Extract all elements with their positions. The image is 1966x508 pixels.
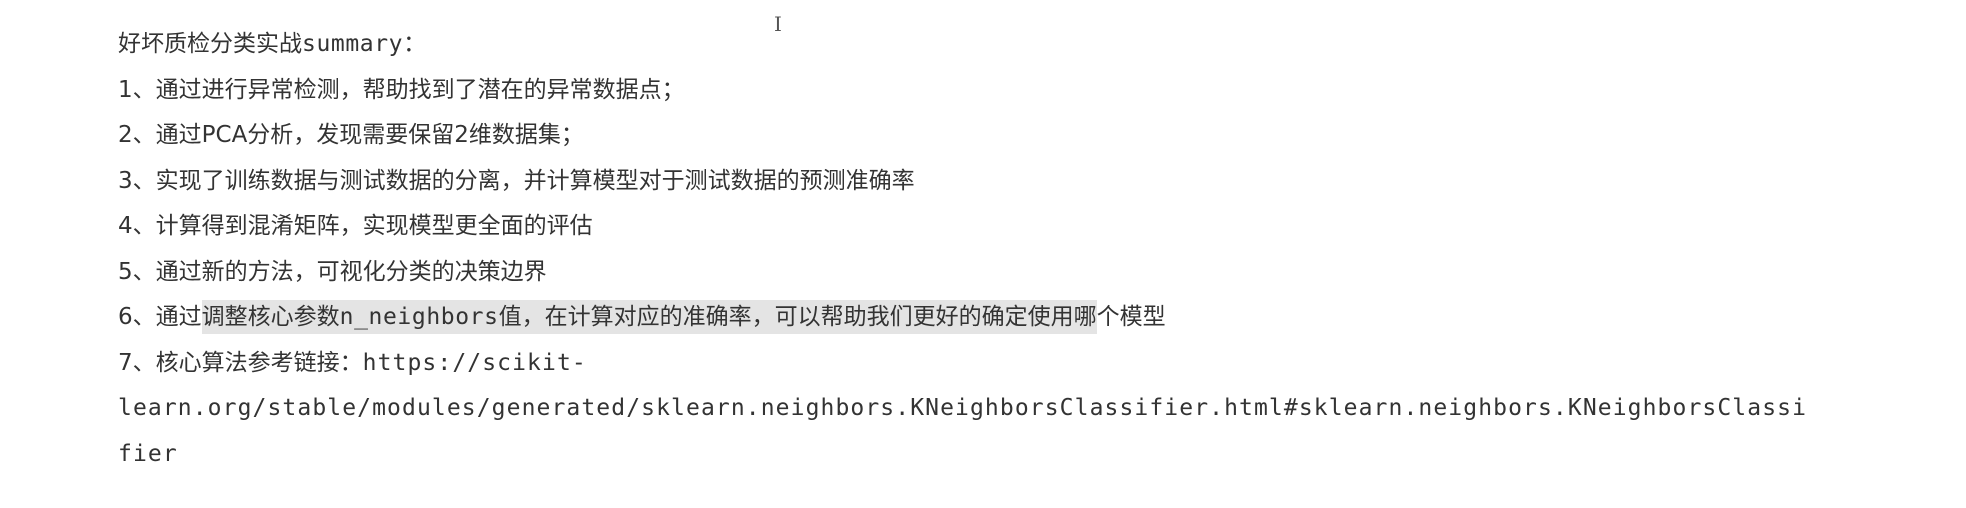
summary-item-5: 5、通过新的方法，可视化分类的决策边界 xyxy=(118,258,547,285)
item6-after: 个模型 xyxy=(1096,304,1166,330)
summary-document: 好坏质检分类实战summary： 1、通过进行异常检测，帮助找到了潜在的异常数据… xyxy=(118,22,1938,477)
heading-colon: ： xyxy=(403,31,427,57)
summary-heading: 好坏质检分类实战summary： xyxy=(118,22,1938,68)
reference-link-part-2[interactable]: learn.org/stable/modules/generated/sklea… xyxy=(118,386,1938,432)
item6-highlight-suffix: 值，在计算对应的准确率，可以帮助我们更好的确定使用哪 xyxy=(498,304,1097,330)
item7-label: 7、核心算法参考链接： xyxy=(118,349,363,376)
reference-link-part-3[interactable]: fier xyxy=(118,432,1938,478)
heading-text: 好坏质检分类实战 xyxy=(118,31,302,57)
reference-link-part-1[interactable]: https://scikit- xyxy=(363,350,587,376)
summary-item-6: 6、通过调整核心参数n_neighbors值，在计算对应的准确率，可以帮助我们更… xyxy=(118,295,1938,341)
item6-highlight-prefix: 调整核心参数 xyxy=(201,304,340,330)
item6-param-code: n_neighbors xyxy=(339,304,499,330)
summary-item-7: 7、核心算法参考链接：https://scikit- xyxy=(118,341,1938,387)
summary-item-4: 4、计算得到混淆矩阵，实现模型更全面的评估 xyxy=(118,213,593,239)
summary-item-1: 1、通过进行异常检测，帮助找到了潜在的异常数据点； xyxy=(118,76,685,103)
item6-before: 6、通过 xyxy=(118,304,202,330)
summary-item-2: 2、通过PCA分析，发现需要保留2维数据集； xyxy=(118,122,584,148)
summary-item-3: 3、实现了训练数据与测试数据的分离，并计算模型对于测试数据的预测准确率 xyxy=(118,167,915,194)
text-selection-highlight[interactable]: 调整核心参数n_neighbors值，在计算对应的准确率，可以帮助我们更好的确定… xyxy=(201,300,1097,334)
heading-code: summary xyxy=(302,31,404,57)
